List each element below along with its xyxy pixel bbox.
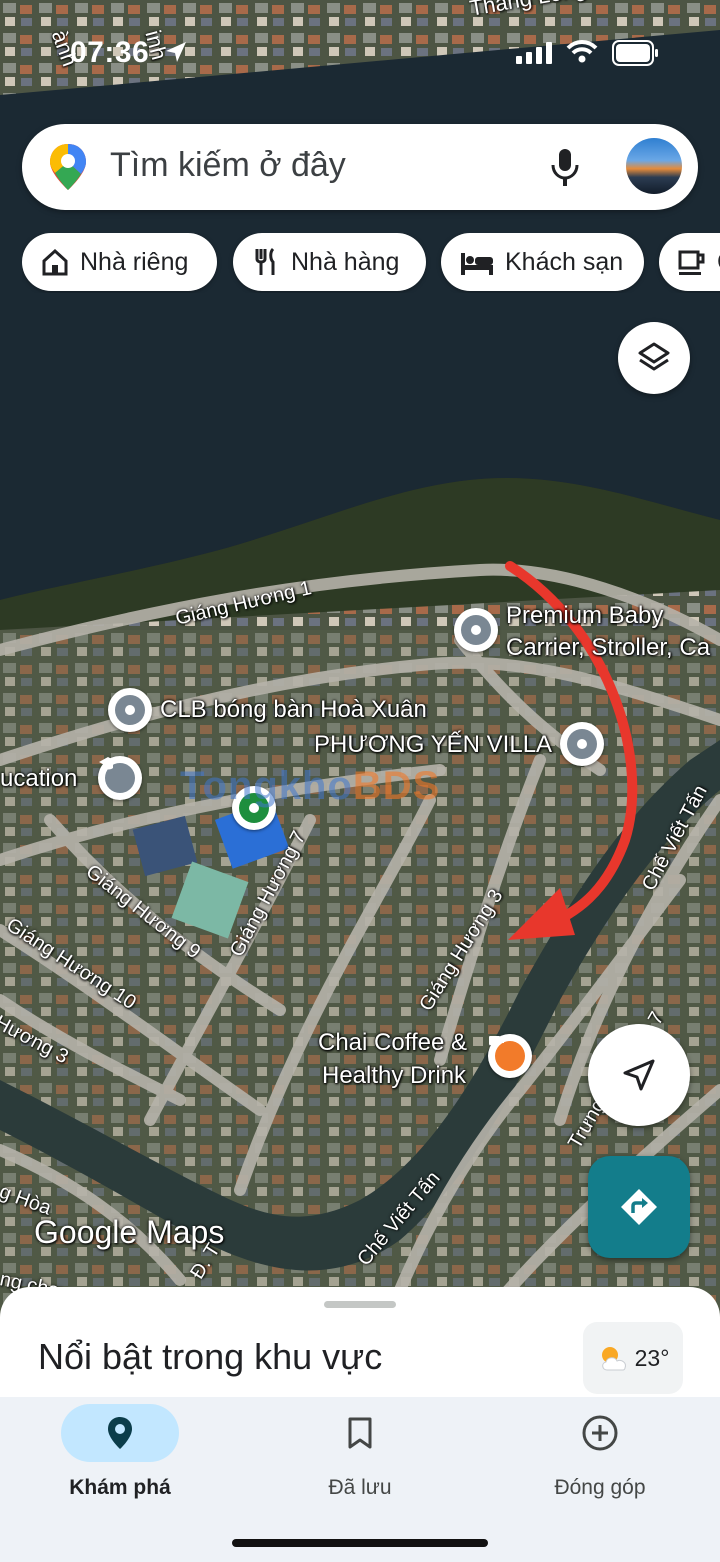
poi-label-phuong-yen-villa[interactable]: PHƯƠNG YẾN VILLA (314, 731, 552, 759)
weather-temp: 23° (634, 1344, 670, 1371)
tab-saved[interactable]: Đã lưu (260, 1404, 460, 1524)
location-arrow-icon (166, 42, 186, 62)
google-maps-logo-icon (50, 144, 86, 190)
status-bar: 07:36 (0, 0, 720, 100)
chip-hotel[interactable]: Khách sạn (441, 233, 644, 291)
search-bar[interactable]: Tìm kiếm ở đây (22, 124, 698, 210)
coffee-cup-icon (489, 1036, 504, 1045)
watermark: TongkhoBDS (180, 764, 441, 808)
poi-label-chai-coffee-2[interactable]: Healthy Drink (322, 1062, 466, 1090)
chip-home-label: Nhà riêng (80, 247, 189, 276)
category-chips: Nhà riêng Nhà hàng Khách sạn C (22, 233, 720, 293)
chip-restaurant[interactable]: Nhà hàng (233, 233, 426, 291)
wifi-icon (566, 40, 598, 63)
home-icon (42, 248, 68, 276)
chip-hotel-label: Khách sạn (505, 247, 624, 276)
home-indicator[interactable] (232, 1539, 488, 1547)
poi-label-clb-bong-ban[interactable]: CLB bóng bàn Hoà Xuân (160, 696, 427, 724)
poi-label-premium-baby-1[interactable]: Premium Baby (506, 602, 663, 630)
poi-pin-clb-bong-ban[interactable] (108, 688, 152, 732)
partly-cloudy-icon (601, 1347, 626, 1371)
avatar[interactable] (626, 138, 682, 194)
cellular-signal-icon (516, 42, 552, 64)
poi-pin-premium-baby[interactable] (454, 608, 498, 652)
navigation-arrow-icon (623, 1059, 655, 1091)
coffee-icon (678, 250, 705, 275)
google-maps-attribution: Google Maps (34, 1214, 225, 1250)
tab-saved-label: Đã lưu (328, 1476, 392, 1499)
directions-icon (621, 1189, 657, 1225)
tab-explore[interactable]: Khám phá (20, 1404, 220, 1524)
chip-restaurant-label: Nhà hàng (291, 247, 400, 276)
chip-home[interactable]: Nhà riêng (22, 233, 217, 291)
poi-pin-chai-coffee[interactable] (488, 1034, 532, 1078)
graduation-cap-icon (99, 757, 117, 770)
map-layers-button[interactable] (618, 322, 690, 394)
sheet-drag-handle[interactable] (324, 1301, 396, 1308)
search-input[interactable]: Tìm kiếm ở đây (110, 146, 346, 185)
add-circle-icon (582, 1415, 618, 1451)
weather-badge[interactable]: 23° (583, 1322, 683, 1394)
poi-pin-phuong-yen-villa[interactable] (560, 722, 604, 766)
battery-icon (612, 40, 658, 66)
explore-pin-icon (108, 1417, 132, 1449)
sheet-title: Nổi bật trong khu vực (38, 1336, 383, 1377)
microphone-icon[interactable] (550, 148, 580, 188)
poi-pin-education[interactable] (98, 756, 142, 800)
tab-contribute-label: Đóng góp (554, 1476, 646, 1499)
tab-explore-label: Khám phá (69, 1476, 171, 1499)
bookmark-icon (348, 1417, 372, 1449)
layers-icon (638, 342, 670, 371)
directions-button[interactable] (588, 1156, 690, 1258)
hotel-icon (461, 253, 493, 275)
poi-label-chai-coffee-1[interactable]: Chai Coffee & (318, 1029, 467, 1057)
chip-coffee[interactable]: C (659, 233, 720, 291)
poi-label-premium-baby-2[interactable]: Carrier, Stroller, Ca (506, 634, 710, 662)
tab-contribute[interactable]: Đóng góp (500, 1404, 700, 1524)
status-time: 07:36 (70, 36, 150, 69)
restaurant-icon (255, 247, 275, 275)
poi-label-education[interactable]: ucation (0, 765, 77, 793)
my-location-button[interactable] (588, 1024, 690, 1126)
